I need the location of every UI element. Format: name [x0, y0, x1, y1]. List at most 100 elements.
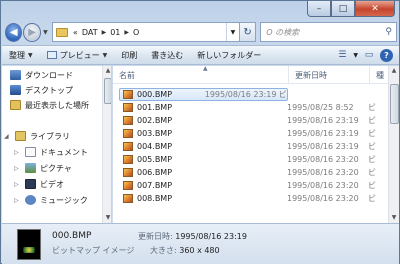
forward-button[interactable]: ▶ [23, 22, 41, 42]
scroll-up-icon[interactable]: ▲ [389, 66, 399, 76]
file-row[interactable]: 001.BMP 1995/08/25 8:52 ビ [113, 101, 399, 114]
file-date: 1995/08/16 23:19 [287, 142, 359, 151]
search-icon[interactable]: ⚲ [385, 27, 392, 37]
burn-label: 書き込む [151, 50, 184, 60]
music-icon [25, 195, 36, 205]
explorer-window: – □ ✕ ◀ ▶ ▼ « DAT ▶ 01 ▶ O ▼ ↻ O の検索 ⚲ 整… [0, 0, 400, 264]
bitmap-file-icon [123, 103, 133, 112]
column-header-date[interactable]: 更新日時 [289, 66, 370, 84]
nav-item-label: ドキュメント [40, 147, 88, 157]
preview-button[interactable]: プレビュー ▼ [40, 50, 115, 61]
details-file-type: ビットマップ イメージ [52, 246, 135, 255]
nav-item-music[interactable]: ▷ ミュージック [14, 193, 88, 207]
nav-item-desktop[interactable]: デスクトップ [10, 83, 73, 97]
help-icon: ? [384, 50, 389, 60]
nav-item-libraries[interactable]: ◢ ライブラリ [4, 129, 70, 143]
address-history-dropdown[interactable]: ▼ [225, 23, 239, 41]
details-pane: 000.BMP ビットマップ イメージ 更新日時: 1995/08/16 23:… [2, 223, 399, 264]
nav-scroll-thumb[interactable] [104, 78, 111, 104]
minimize-button[interactable]: – [307, 1, 331, 17]
address-bar[interactable]: « DAT ▶ 01 ▶ O ▼ [51, 22, 240, 42]
expand-arrow-icon[interactable]: ▷ [14, 165, 21, 172]
file-row[interactable]: 003.BMP 1995/08/16 23:19 ビ [113, 127, 399, 140]
maximize-button[interactable]: □ [331, 1, 355, 17]
scroll-down-icon[interactable]: ▼ [103, 213, 111, 223]
nav-item-label: ダウンロード [25, 70, 73, 80]
bitmap-file-icon [123, 168, 133, 177]
breadcrumb-separator-icon[interactable]: ▶ [100, 29, 109, 36]
file-row[interactable]: 002.BMP 1995/08/16 23:19 ビ [113, 114, 399, 127]
image-thumbnail [17, 229, 41, 260]
file-rows: 000.BMP 1995/08/16 23:19 ビ 001.BMP 1995/08/2… [113, 88, 399, 205]
folder-icon [55, 27, 68, 37]
new-folder-button[interactable]: 新しいフォルダー [190, 50, 268, 61]
preview-label: プレビュー [59, 50, 100, 60]
breadcrumb-01[interactable]: 01 [108, 28, 122, 37]
change-view-button[interactable]: ☰ [334, 48, 350, 63]
file-name-cell: 000.BMP [120, 90, 201, 99]
column-header-type[interactable]: 種 [370, 66, 388, 84]
nav-item-documents[interactable]: ▷ ドキュメント [14, 145, 88, 159]
file-date: 1995/08/16 23:19 [287, 129, 359, 138]
file-date: 1995/08/16 23:20 [287, 155, 359, 164]
file-list-scroll-thumb[interactable] [390, 84, 399, 124]
column-header-name[interactable]: 名前 [113, 66, 289, 84]
file-row[interactable]: 000.BMP 1995/08/16 23:19 ビ [119, 88, 288, 101]
organize-button[interactable]: 整理 ▼ [2, 50, 40, 61]
expand-arrow-icon[interactable]: ▷ [14, 181, 21, 188]
file-row[interactable]: 004.BMP 1995/08/16 23:19 ビ [113, 140, 399, 153]
nav-item-label: ライブラリ [30, 131, 70, 141]
expand-arrow-icon[interactable]: ▷ [14, 149, 21, 156]
help-button[interactable]: ? [380, 48, 393, 62]
file-date: 1995/08/16 23:19 [287, 116, 359, 125]
file-name: 007.BMP [137, 181, 173, 190]
search-input[interactable]: O の検索 ⚲ [260, 22, 398, 42]
libraries-icon [15, 131, 26, 141]
file-list-scrollbar[interactable]: ▲ ▼ [388, 66, 399, 223]
nav-item-videos[interactable]: ▷ ビデオ [14, 177, 64, 191]
file-list: ▲ 名前 更新日時 種 000.BMP 1995/08/16 23:19 ビ 001.… [113, 66, 399, 223]
minimize-icon: – [316, 3, 322, 14]
chevron-down-icon: ▼ [102, 51, 108, 59]
breadcrumb-dat[interactable]: DAT [80, 28, 100, 37]
file-row[interactable]: 006.BMP 1995/08/16 23:20 ビ [113, 166, 399, 179]
breadcrumb-o[interactable]: O [131, 28, 141, 37]
expand-arrow-icon[interactable]: ◢ [4, 133, 11, 140]
forward-arrow-icon: ▶ [28, 26, 36, 38]
nav-item-downloads[interactable]: ダウンロード [10, 68, 73, 82]
navigation-pane: ダウンロード デスクトップ 最近表示した場所 ◢ ライブラリ ▷ ドキュメント … [2, 66, 112, 223]
file-row[interactable]: 007.BMP 1995/08/16 23:20 ビ [113, 179, 399, 192]
nav-scrollbar[interactable]: ▲ ▼ [102, 66, 111, 223]
file-row[interactable]: 005.BMP 1995/08/16 23:20 ビ [113, 153, 399, 166]
file-type: ビ [368, 155, 376, 164]
recent-pages-dropdown[interactable]: ▼ [41, 29, 50, 36]
close-button[interactable]: ✕ [355, 1, 395, 17]
details-modified-label: 更新日時: [138, 232, 173, 241]
file-name-cell: 007.BMP [113, 181, 283, 190]
nav-item-pictures[interactable]: ▷ ピクチャ [14, 161, 72, 175]
expand-arrow-icon[interactable]: ▷ [14, 197, 21, 204]
nav-item-recent-places[interactable]: 最近表示した場所 [10, 98, 89, 112]
scroll-up-icon[interactable]: ▲ [103, 66, 111, 76]
file-type: ビ [278, 90, 287, 99]
breadcrumb-separator-icon[interactable]: ▶ [122, 29, 131, 36]
breadcrumb-overflow[interactable]: « [71, 28, 80, 37]
view-dropdown-icon[interactable]: ▼ [353, 52, 358, 59]
videos-icon [25, 179, 36, 189]
file-name: 001.BMP [137, 103, 173, 112]
file-name: 005.BMP [137, 155, 173, 164]
refresh-button[interactable]: ↻ [239, 22, 257, 42]
file-name: 004.BMP [137, 142, 173, 151]
refresh-icon: ↻ [243, 26, 252, 38]
nav-item-label: ビデオ [40, 179, 64, 189]
burn-button[interactable]: 書き込む [144, 50, 190, 61]
back-button[interactable]: ◀ [5, 22, 23, 42]
file-name-cell: 006.BMP [113, 168, 283, 177]
scroll-down-icon[interactable]: ▼ [389, 213, 399, 223]
preview-pane-button[interactable]: ▭ [361, 48, 377, 63]
file-row[interactable]: 008.BMP 1995/08/16 23:20 ビ [113, 192, 399, 205]
recent-places-icon [10, 100, 21, 110]
address-row: ◀ ▶ ▼ « DAT ▶ 01 ▶ O ▼ ↻ O の検索 ⚲ [5, 20, 398, 44]
print-button[interactable]: 印刷 [114, 50, 144, 61]
nav-item-label: ミュージック [40, 195, 88, 205]
